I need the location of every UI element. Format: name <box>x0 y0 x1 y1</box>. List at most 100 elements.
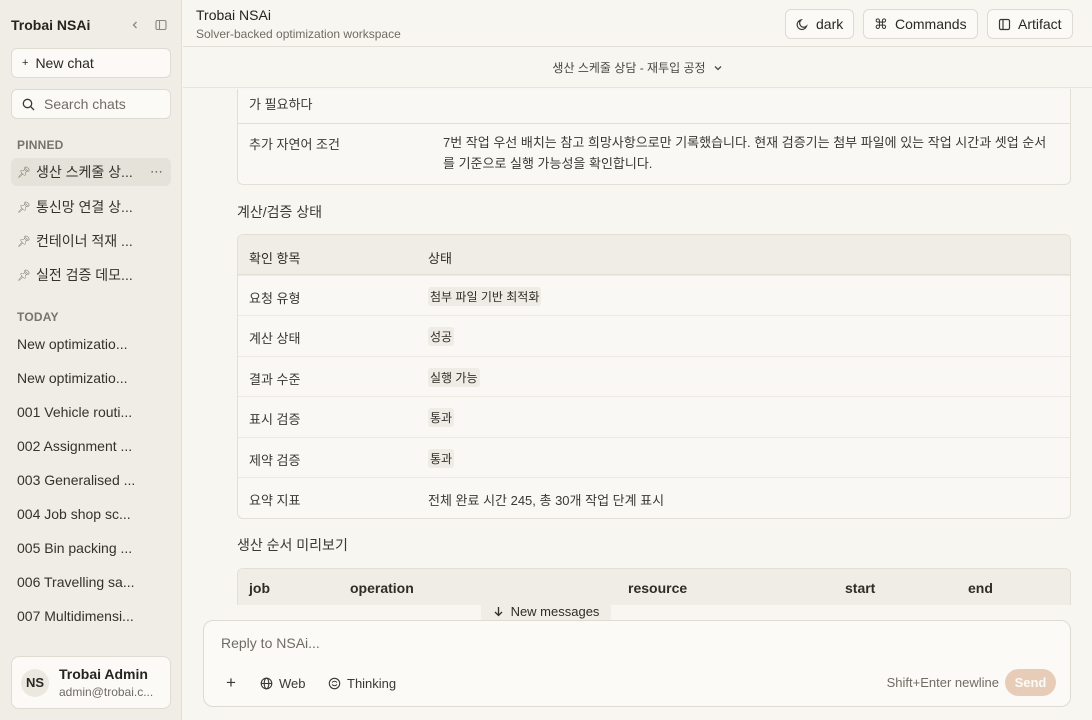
chat-item[interactable]: 005 Bin packing ... <box>11 534 171 562</box>
status-key: 표시 검증 <box>249 412 301 427</box>
artifact-label: Artifact <box>1018 16 1062 32</box>
chat-title: 통신망 연결 상... <box>36 199 133 215</box>
column-header-operation: operation <box>350 580 414 596</box>
chat-item[interactable]: New optimizatio... <box>11 330 171 358</box>
new-chat-label: New chat <box>35 55 94 71</box>
thinking-label: Thinking <box>347 675 397 691</box>
globe-icon <box>260 677 273 690</box>
status-key: 요약 지표 <box>249 493 301 508</box>
status-key: 계산 상태 <box>249 331 301 346</box>
chat-item[interactable]: 001 Vehicle routi... <box>11 398 171 426</box>
status-key: 결과 수준 <box>249 372 301 387</box>
more-options-icon[interactable]: ⋯ <box>150 164 163 180</box>
pinned-section-label: PINNED <box>17 138 64 152</box>
search-input[interactable] <box>44 96 164 112</box>
pin-icon: 📌︎ <box>17 201 31 214</box>
table-header: 확인 항목 상태 <box>238 235 1070 275</box>
chevron-left-icon[interactable] <box>125 16 145 34</box>
row-divider <box>238 123 1070 124</box>
chevron-down-icon <box>713 63 723 73</box>
schedule-preview-table: job operation resource start end <box>237 568 1071 605</box>
chat-item[interactable]: 003 Generalised ... <box>11 466 171 494</box>
status-chip: 통과 <box>428 449 455 468</box>
pinned-item[interactable]: 📌︎ 통신망 연결 상... <box>11 193 171 221</box>
thread-title: 생산 스케줄 상담 - 재투입 공정 <box>552 61 706 75</box>
message-composer: + Web Thinking Shift+Enter newline Send <box>203 620 1071 707</box>
artifact-button[interactable]: Artifact <box>987 9 1073 39</box>
user-profile[interactable]: NS Trobai Admin admin@trobai.c... <box>11 656 171 709</box>
plus-icon: + <box>22 57 29 69</box>
chat-title: 실전 검증 데모... <box>36 267 133 283</box>
pin-icon: 📌︎ <box>17 166 31 179</box>
chat-item[interactable]: 002 Assignment ... <box>11 432 171 460</box>
status-key: 요청 유형 <box>249 291 301 306</box>
condition-value: 7번 작업 우선 배치는 참고 희망사항으로만 기록했습니다. 현재 검증기는 … <box>443 135 1047 171</box>
thread-title-selector[interactable]: 생산 스케줄 상담 - 재투입 공정 <box>183 48 1092 88</box>
status-chip: 성공 <box>428 327 455 346</box>
web-toggle[interactable]: Web <box>260 673 306 693</box>
chat-item[interactable]: 004 Job shop sc... <box>11 500 171 528</box>
today-section-label: TODAY <box>17 310 59 324</box>
pinned-item[interactable]: 📌︎ 실전 검증 데모... <box>11 261 171 289</box>
sidebar-header: Trobai NSAi <box>11 15 171 35</box>
user-name: Trobai Admin <box>59 666 148 682</box>
web-label: Web <box>279 675 306 691</box>
arrow-down-icon <box>493 606 504 617</box>
attach-button[interactable]: + <box>226 673 236 693</box>
chat-item[interactable]: New optimizatio... <box>11 364 171 392</box>
search-box[interactable] <box>11 89 171 119</box>
column-header: 상태 <box>428 251 452 266</box>
moon-icon <box>796 18 809 31</box>
sidebar: Trobai NSAi + New chat PINNED 📌︎ 생산 스케줄 … <box>0 0 182 720</box>
avatar: NS <box>21 668 49 697</box>
new-messages-label: New messages <box>510 603 600 619</box>
chat-title: 컨테이너 적재 ... <box>36 233 133 249</box>
status-chip: 실행 가능 <box>428 368 480 387</box>
status-value: 전체 완료 시간 245, 총 30개 작업 단계 표시 <box>428 493 665 508</box>
status-table: 확인 항목 상태 요청 유형 첨부 파일 기반 최적화 계산 상태 성공 결과 … <box>237 234 1071 519</box>
table-row: 제약 검증 통과 <box>238 437 1070 477</box>
column-header-job: job <box>249 580 270 596</box>
newline-hint: Shift+Enter newline <box>886 675 999 690</box>
commands-label: Commands <box>895 16 967 32</box>
new-chat-button[interactable]: + New chat <box>11 48 171 78</box>
column-header-start: start <box>845 580 876 596</box>
chat-item[interactable]: 006 Travelling sa... <box>11 568 171 596</box>
status-key: 제약 검증 <box>249 453 301 468</box>
preview-section-title: 생산 순서 미리보기 <box>237 537 348 553</box>
column-header-resource: resource <box>628 580 688 596</box>
partial-cell: 가 필요하다 <box>249 97 313 112</box>
brain-icon <box>328 677 341 690</box>
table-header: job operation resource start end <box>238 569 1070 605</box>
top-header: Trobai NSAi Solver-backed optimization w… <box>183 0 1092 47</box>
commands-button[interactable]: ⌘ Commands <box>863 9 978 39</box>
table-row: 표시 검증 통과 <box>238 396 1070 436</box>
user-email: admin@trobai.c... <box>59 685 154 699</box>
workspace-subtitle: Solver-backed optimization workspace <box>196 27 401 41</box>
search-icon <box>22 98 35 111</box>
chat-item[interactable]: 007 Multidimensi... <box>11 602 171 630</box>
send-button[interactable]: Send <box>1005 669 1056 696</box>
pinned-item[interactable]: 📌︎ 생산 스케줄 상... ⋯ <box>11 158 171 186</box>
workspace-title: Trobai NSAi <box>196 7 271 23</box>
pin-icon: 📌︎ <box>17 235 31 248</box>
command-icon: ⌘ <box>874 15 888 32</box>
condition-key: 추가 자연어 조건 <box>249 137 340 152</box>
table-row: 계산 상태 성공 <box>238 315 1070 355</box>
message-content: 가 필요하다 추가 자연어 조건 7번 작업 우선 배치는 참고 희망사항으로만… <box>183 89 1092 605</box>
column-header-end: end <box>968 580 993 596</box>
artifact-panel-icon <box>998 18 1011 31</box>
chat-title: 생산 스케줄 상... <box>36 164 133 180</box>
pinned-item[interactable]: 📌︎ 컨테이너 적재 ... <box>11 227 171 255</box>
app-title: Trobai NSAi <box>11 17 91 33</box>
theme-label: dark <box>816 16 844 32</box>
sidebar-toggle-icon[interactable] <box>151 16 171 34</box>
reply-input[interactable] <box>221 635 1041 659</box>
pin-icon: 📌︎ <box>17 269 31 282</box>
status-chip: 첨부 파일 기반 최적화 <box>428 287 542 306</box>
thinking-toggle[interactable]: Thinking <box>328 673 396 693</box>
table-row: 요청 유형 첨부 파일 기반 최적화 <box>238 275 1070 315</box>
plus-icon: + <box>226 673 236 692</box>
theme-toggle-button[interactable]: dark <box>785 9 855 39</box>
table-row: 요약 지표 전체 완료 시간 245, 총 30개 작업 단계 표시 <box>238 477 1070 517</box>
